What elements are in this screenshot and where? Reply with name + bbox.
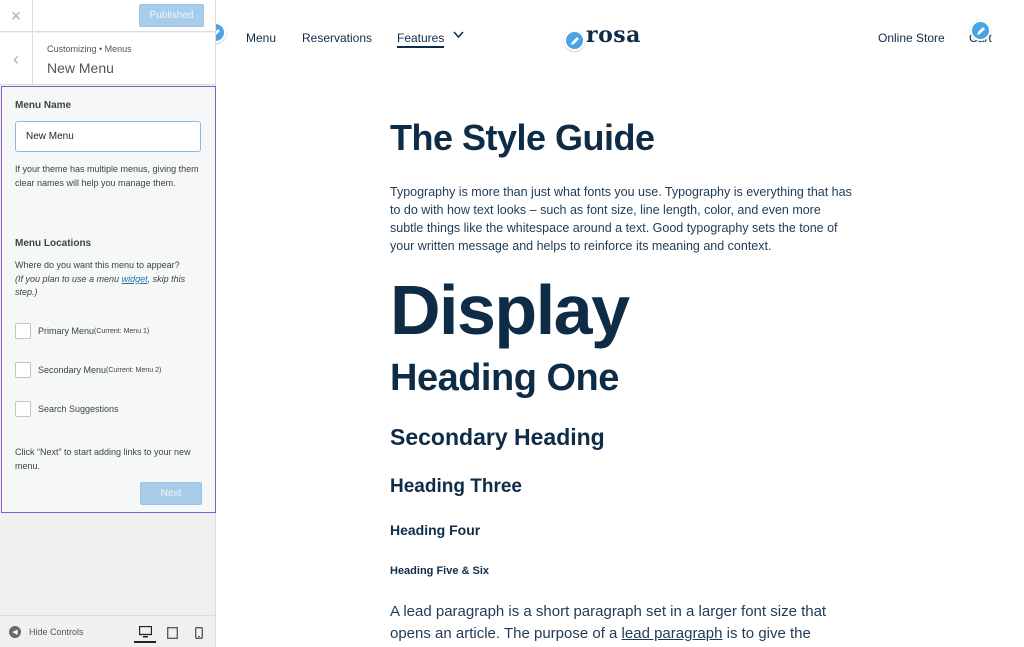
next-button[interactable]: Next — [140, 482, 202, 505]
location-search-suggestions[interactable]: Search Suggestions — [15, 401, 119, 417]
primary-menu-current: (Current: Menu 1) — [94, 327, 150, 335]
lead-text-post: is to give the — [722, 625, 811, 642]
section-title: New Menu — [47, 60, 114, 76]
chevron-down-icon[interactable] — [453, 31, 464, 39]
customizer-header: × Published — [0, 0, 215, 32]
pencil-icon — [976, 26, 985, 35]
desktop-icon — [138, 626, 152, 638]
chevron-left-icon: ‹ — [13, 48, 19, 69]
back-button[interactable]: ‹ — [0, 33, 33, 85]
menu-locations-label: Menu Locations — [15, 238, 92, 249]
locations-hint-pre: (If you plan to use a menu — [15, 273, 122, 284]
search-suggestions-label: Search Suggestions — [38, 404, 119, 414]
pencil-icon — [570, 36, 579, 45]
nav-item-features[interactable]: Features — [397, 31, 445, 48]
customizer-footer: ◀ Hide Controls — [0, 615, 215, 647]
location-primary-menu[interactable]: Primary Menu (Current: Menu 1) — [15, 323, 149, 339]
collapse-icon: ◀ — [9, 626, 21, 638]
edit-shortcut-nav[interactable] — [216, 22, 226, 43]
style-guide-title: The Style Guide — [390, 117, 655, 158]
heading-four: Heading Four — [390, 522, 481, 538]
nav-item-online-store[interactable]: Online Store — [878, 31, 945, 45]
publish-button[interactable]: Published — [139, 4, 204, 27]
menu-name-input[interactable] — [15, 121, 201, 152]
heading-one: Heading One — [390, 357, 619, 399]
nav-item-menu[interactable]: Menu — [246, 31, 276, 45]
secondary-menu-label: Secondary Menu — [38, 365, 107, 375]
hide-controls-label: Hide Controls — [29, 627, 84, 637]
secondary-heading: Secondary Heading — [390, 424, 605, 450]
customizer-panel: × Published ‹ Customizing • Menus New Me… — [0, 0, 216, 647]
new-menu-section: Menu Name If your theme has multiple men… — [1, 86, 216, 513]
heading-five-six: Heading Five & Six — [390, 565, 490, 577]
edit-shortcut-cart[interactable] — [970, 20, 991, 41]
close-icon: × — [10, 5, 22, 26]
lead-paragraph-link[interactable]: lead paragraph — [622, 625, 723, 642]
site-preview: Menu Reservations Features rosa Online S… — [216, 0, 1024, 647]
tablet-preview-button[interactable] — [161, 623, 183, 643]
tablet-icon — [166, 627, 178, 639]
mobile-icon — [195, 627, 203, 639]
lead-paragraph: A lead paragraph is a short paragraph se… — [390, 601, 860, 645]
pencil-icon — [216, 28, 220, 34]
nav-item-reservations[interactable]: Reservations — [302, 31, 372, 45]
primary-menu-label: Primary Menu — [38, 326, 95, 336]
intro-paragraph: Typography is more than just what fonts … — [390, 185, 852, 253]
heading-three: Heading Three — [390, 476, 522, 497]
search-suggestions-checkbox[interactable] — [15, 401, 31, 417]
menu-name-help: If your theme has multiple menus, giving… — [15, 164, 199, 188]
close-button[interactable]: × — [0, 0, 33, 32]
location-secondary-menu[interactable]: Secondary Menu (Current: Menu 2) — [15, 362, 161, 378]
next-help: Click “Next” to start adding links to yo… — [15, 447, 191, 471]
display-heading: Display — [390, 271, 630, 349]
menu-name-label: Menu Name — [15, 100, 72, 111]
menu-locations-help: Where do you want this menu to appear? (… — [15, 259, 207, 300]
breadcrumb: Customizing • Menus — [47, 44, 132, 54]
site-logo[interactable]: rosa — [586, 22, 641, 48]
secondary-menu-checkbox[interactable] — [15, 362, 31, 378]
section-header: ‹ Customizing • Menus New Menu — [0, 33, 215, 85]
secondary-menu-current: (Current: Menu 2) — [106, 366, 162, 374]
edit-shortcut-logo[interactable] — [564, 30, 585, 51]
primary-menu-checkbox[interactable] — [15, 323, 31, 339]
mobile-preview-button[interactable] — [188, 623, 210, 643]
widget-link[interactable]: widget — [122, 274, 148, 284]
hide-controls-button[interactable]: ◀ Hide Controls — [9, 626, 84, 638]
desktop-preview-button[interactable] — [134, 623, 156, 643]
locations-question: Where do you want this menu to appear? — [15, 260, 180, 270]
